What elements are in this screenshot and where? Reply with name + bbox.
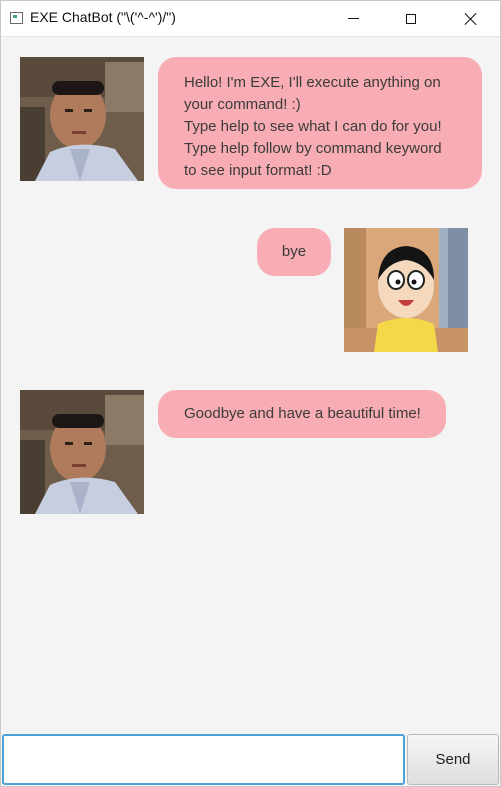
chatbot-window: EXE ChatBot ("\('^-^')/") Hello! I'm EXE… [0,0,501,787]
bot-message-bubble: Hello! I'm EXE, I'll execute anything on… [158,57,482,189]
bot-avatar [20,390,144,514]
message-line: your command! :) [184,96,301,113]
send-button[interactable]: Send [407,734,499,785]
message-line: Hello! I'm EXE, I'll execute anything on [184,74,441,91]
maximize-button[interactable] [388,1,434,36]
user-avatar [344,228,468,352]
input-row: Send [1,733,500,787]
close-icon [464,12,478,26]
bot-avatar [20,57,144,181]
message-line: to see input format! :D [184,162,332,179]
maximize-icon [406,13,416,24]
message-input[interactable] [2,734,405,785]
bot-avatar-image [20,57,144,181]
user-message-bubble: bye [257,228,331,276]
close-button[interactable] [448,1,494,36]
window-title: EXE ChatBot ("\('^-^')/") [30,9,176,25]
dialog-container[interactable]: Hello! I'm EXE, I'll execute anything on… [1,37,500,733]
message-line: Goodbye and have a beautiful time! [184,405,421,422]
title-bar[interactable]: EXE ChatBot ("\('^-^')/") [1,1,500,37]
minimize-icon [347,18,359,19]
app-icon [10,12,23,24]
bot-message-bubble: Goodbye and have a beautiful time! [158,390,446,438]
bot-avatar-image [20,390,144,514]
minimize-button[interactable] [330,1,376,36]
message-line: Type help to see what I can do for you! [184,118,442,135]
message-line: Type help follow by command keyword [184,140,442,157]
user-avatar-image [344,228,468,352]
message-line: bye [281,243,307,260]
